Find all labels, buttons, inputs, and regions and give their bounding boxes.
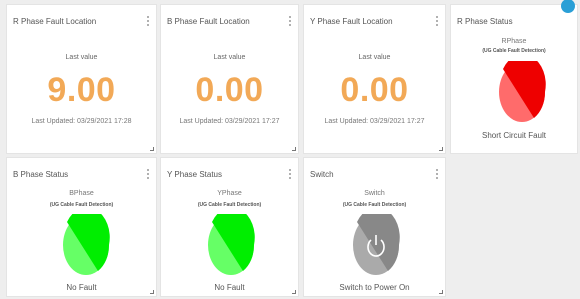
last-value-label: Last value xyxy=(358,54,391,61)
last-updated-text: Last Updated: 03/29/2021 17:27 xyxy=(179,118,280,125)
status-text: No Fault xyxy=(66,283,97,292)
widget-title: Y Phase Status xyxy=(167,170,222,179)
status-text: Switch to Power On xyxy=(339,283,410,292)
kebab-menu-icon[interactable] xyxy=(146,169,150,179)
device-name: Switch xyxy=(364,190,385,197)
last-value-label: Last value xyxy=(213,54,246,61)
notification-badge xyxy=(561,0,575,13)
widget-title: Y Phase Fault Location xyxy=(310,17,393,26)
system-name: (UG Cable Fault Detection) xyxy=(482,48,546,54)
kebab-menu-icon[interactable] xyxy=(146,16,150,26)
resize-handle-icon[interactable] xyxy=(150,147,154,151)
status-indicator xyxy=(208,214,255,275)
widget-b-phase-status: B Phase Status BPhase (UG Cable Fault De… xyxy=(6,157,157,297)
system-name: (UG Cable Fault Detection) xyxy=(49,202,114,208)
status-text: Short Circuit Fault xyxy=(481,131,547,140)
widget-b-phase-fault-location: B Phase Fault Location Last value 0.00 L… xyxy=(160,4,299,154)
widget-y-phase-fault-location: Y Phase Fault Location Last value 0.00 L… xyxy=(303,4,446,154)
resize-handle-icon[interactable] xyxy=(439,290,443,294)
fault-location-value: 0.00 xyxy=(195,71,264,109)
kebab-menu-icon[interactable] xyxy=(288,16,292,26)
widget-r-phase-fault-location: R Phase Fault Location Last value 9.00 L… xyxy=(6,4,157,154)
resize-handle-icon[interactable] xyxy=(439,147,443,151)
system-name: (UG Cable Fault Detection) xyxy=(197,202,262,208)
status-indicator xyxy=(63,214,110,275)
last-updated-text: Last Updated: 03/29/2021 17:28 xyxy=(31,118,132,125)
power-switch[interactable] xyxy=(352,214,400,276)
last-value-label: Last value xyxy=(65,54,98,61)
widget-y-phase-status: Y Phase Status YPhase (UG Cable Fault De… xyxy=(160,157,299,297)
fault-location-value: 9.00 xyxy=(47,71,116,109)
widget-switch: Switch Switch (UG Cable Fault Detection)… xyxy=(303,157,446,297)
widget-title: Switch xyxy=(310,170,334,179)
kebab-menu-icon[interactable] xyxy=(288,169,292,179)
status-text: No Fault xyxy=(214,283,245,292)
last-updated-text: Last Updated: 03/29/2021 17:27 xyxy=(324,118,425,125)
widget-title: B Phase Status xyxy=(13,170,69,179)
device-name: YPhase xyxy=(217,190,242,197)
widget-title: R Phase Fault Location xyxy=(13,17,97,26)
resize-handle-icon[interactable] xyxy=(292,147,296,151)
widget-title: R Phase Status xyxy=(457,17,513,26)
resize-handle-icon[interactable] xyxy=(150,290,154,294)
widget-r-phase-status: R Phase Status RPhase (UG Cable Fault De… xyxy=(450,0,578,154)
kebab-menu-icon[interactable] xyxy=(435,169,439,179)
device-name: BPhase xyxy=(69,190,94,197)
widget-title: B Phase Fault Location xyxy=(167,17,250,26)
kebab-menu-icon[interactable] xyxy=(435,16,439,26)
system-name: (UG Cable Fault Detection) xyxy=(342,202,407,208)
status-indicator xyxy=(499,61,546,122)
fault-location-value: 0.00 xyxy=(340,71,409,109)
resize-handle-icon[interactable] xyxy=(292,290,296,294)
device-name: RPhase xyxy=(501,38,527,45)
